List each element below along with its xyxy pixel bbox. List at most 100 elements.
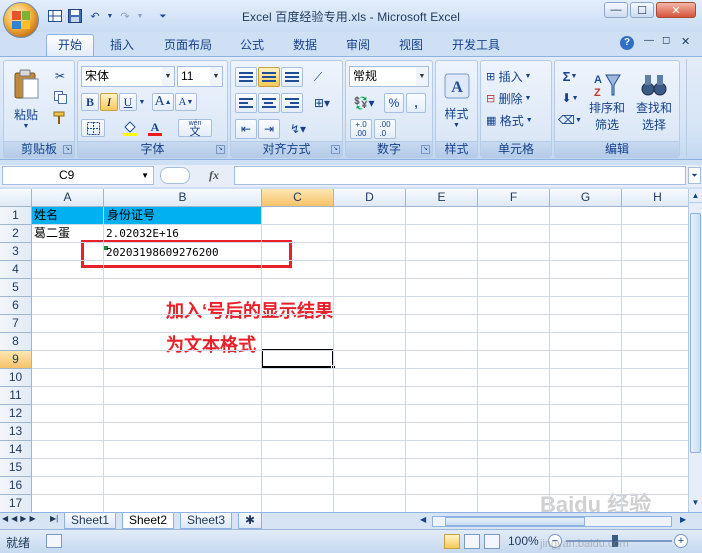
phonetic-button[interactable]: wén 文 <box>178 119 212 138</box>
borders-button[interactable] <box>81 119 105 137</box>
row-header-14[interactable]: 14 <box>0 441 32 459</box>
sheet-tab-2[interactable]: Sheet2 <box>122 513 175 529</box>
column-header-H[interactable]: H <box>622 189 688 207</box>
grow-font-button[interactable]: A ▲ <box>152 93 174 111</box>
format-painter-icon[interactable] <box>50 109 70 127</box>
close-button[interactable]: ✕ <box>656 2 696 18</box>
column-header-D[interactable]: D <box>334 189 406 207</box>
autosum-button[interactable]: Σ ▼ <box>557 66 583 86</box>
paste-button[interactable]: 粘贴 ▼ <box>6 64 46 134</box>
align-center-icon[interactable] <box>258 93 280 113</box>
font-color-button[interactable]: A <box>144 119 166 137</box>
currency-format-icon[interactable]: 💱▾ <box>349 93 379 113</box>
row-header-12[interactable]: 12 <box>0 405 32 423</box>
row-header-10[interactable]: 10 <box>0 369 32 387</box>
grid-view-icon[interactable] <box>46 7 64 25</box>
h-scroll-right-icon[interactable]: ▶ <box>680 515 686 524</box>
ribbon-minimize-icon[interactable]: — <box>644 35 654 46</box>
scroll-thumb[interactable] <box>690 213 701 453</box>
tab-home[interactable]: 开始 <box>46 34 95 56</box>
merge-center-icon[interactable]: ⊞▾ <box>307 93 337 113</box>
customize-qat-icon[interactable]: ⏷ <box>154 7 172 25</box>
redo-dropdown-icon[interactable]: ▼ <box>136 7 144 25</box>
undo-dropdown-icon[interactable]: ▼ <box>106 7 114 25</box>
undo-icon[interactable]: ↶ <box>86 7 104 25</box>
zoom-level[interactable]: 100% <box>508 534 539 548</box>
row-header-2[interactable]: 2 <box>0 225 32 243</box>
comma-button[interactable]: , <box>406 93 426 113</box>
page-break-view-icon[interactable] <box>484 534 500 549</box>
row-header-8[interactable]: 8 <box>0 333 32 351</box>
align-left-icon[interactable] <box>235 93 257 113</box>
scroll-up-icon[interactable]: ▲ <box>689 189 702 203</box>
font-launcher-icon[interactable]: ↘ <box>216 145 225 154</box>
decrease-indent-icon[interactable]: ⇤ <box>235 119 257 139</box>
column-header-G[interactable]: G <box>550 189 622 207</box>
redo-icon[interactable]: ↷ <box>116 7 134 25</box>
clear-icon[interactable]: ⌫ ▼ <box>557 110 583 130</box>
copy-icon[interactable] <box>50 88 70 106</box>
sort-filter-button[interactable]: AZ 排序和 筛选 <box>585 64 629 140</box>
increase-indent-icon[interactable]: ⇥ <box>258 119 280 139</box>
row-header-13[interactable]: 13 <box>0 423 32 441</box>
maximize-button[interactable]: ☐ <box>630 2 654 18</box>
column-header-B[interactable]: B <box>104 189 262 207</box>
italic-button[interactable]: I <box>100 93 118 111</box>
row-header-1[interactable]: 1 <box>0 207 32 225</box>
styles-button[interactable]: A 样式 ▼ <box>438 64 475 138</box>
align-right-icon[interactable] <box>281 93 303 113</box>
tab-data[interactable]: 数据 <box>281 34 329 56</box>
fill-icon[interactable]: ⬇ ▼ <box>557 88 583 108</box>
clipboard-launcher-icon[interactable]: ↘ <box>63 145 72 154</box>
expand-formula-icon[interactable]: ⏷ <box>688 167 701 184</box>
ribbon-restore-icon[interactable]: ◻ <box>662 35 670 46</box>
tab-view[interactable]: 视图 <box>387 34 435 56</box>
tab-developer[interactable]: 开发工具 <box>440 34 512 56</box>
font-size-select[interactable]: 11 ▼ <box>177 66 223 87</box>
insert-function-button[interactable]: fx <box>196 166 232 185</box>
fill-color-button[interactable] <box>118 119 142 137</box>
wrap-text-icon[interactable]: ↯▾ <box>283 119 313 139</box>
name-box[interactable]: C9 ▼ <box>2 166 154 185</box>
h-scroll-left-icon[interactable]: ◀ <box>420 515 426 524</box>
cell-B1[interactable]: 身份证号 <box>107 207 155 224</box>
column-header-F[interactable]: F <box>478 189 550 207</box>
align-middle-icon[interactable] <box>258 67 280 87</box>
worksheet-grid[interactable]: 姓名 身份证号 葛二蛋 2.02032E+16 2020319860927620… <box>0 189 688 512</box>
insert-sheet-icon[interactable]: ✱ <box>238 513 262 529</box>
bold-button[interactable]: B <box>81 93 99 111</box>
ribbon-close-icon[interactable]: ✕ <box>681 35 690 48</box>
orientation-icon[interactable]: ⟋ <box>307 67 329 87</box>
number-format-select[interactable]: 常规 ▼ <box>349 66 429 87</box>
zoom-in-icon[interactable]: + <box>674 534 688 548</box>
decrease-decimal-icon[interactable]: .00.0 <box>374 119 396 139</box>
formula-input[interactable] <box>234 166 686 185</box>
align-top-icon[interactable] <box>235 67 257 87</box>
cut-icon[interactable]: ✂ <box>50 67 70 85</box>
insert-cells-button[interactable]: ⊞ 插入 ▼ <box>485 66 549 86</box>
tab-insert[interactable]: 插入 <box>98 34 146 56</box>
percent-button[interactable]: % <box>384 93 404 113</box>
cell-A2[interactable]: 葛二蛋 <box>34 225 70 242</box>
sheet-last-icon[interactable]: ▶| <box>50 514 58 523</box>
minimize-button[interactable]: — <box>604 2 628 18</box>
delete-cells-button[interactable]: ⊟ 删除 ▼ <box>485 88 549 108</box>
select-all-corner[interactable] <box>0 189 32 207</box>
active-cell-C9[interactable] <box>261 349 334 368</box>
sheet-tab-1[interactable]: Sheet1 <box>64 513 117 529</box>
save-icon[interactable] <box>66 7 84 25</box>
macro-record-icon[interactable] <box>46 534 62 548</box>
alignment-launcher-icon[interactable]: ↘ <box>331 145 340 154</box>
office-button[interactable] <box>3 2 39 38</box>
h-scroll-thumb[interactable] <box>445 517 585 526</box>
number-launcher-icon[interactable]: ↘ <box>421 145 430 154</box>
column-header-A[interactable]: A <box>32 189 104 207</box>
font-name-select[interactable]: 宋体 ▼ <box>81 66 175 87</box>
row-header-5[interactable]: 5 <box>0 279 32 297</box>
row-header-7[interactable]: 7 <box>0 315 32 333</box>
vertical-scrollbar[interactable]: ▲ ▼ <box>688 189 702 512</box>
row-header-6[interactable]: 6 <box>0 297 32 315</box>
row-header-3[interactable]: 3 <box>0 243 32 261</box>
help-icon[interactable]: ? <box>620 36 634 50</box>
row-header-17[interactable]: 17 <box>0 495 32 512</box>
